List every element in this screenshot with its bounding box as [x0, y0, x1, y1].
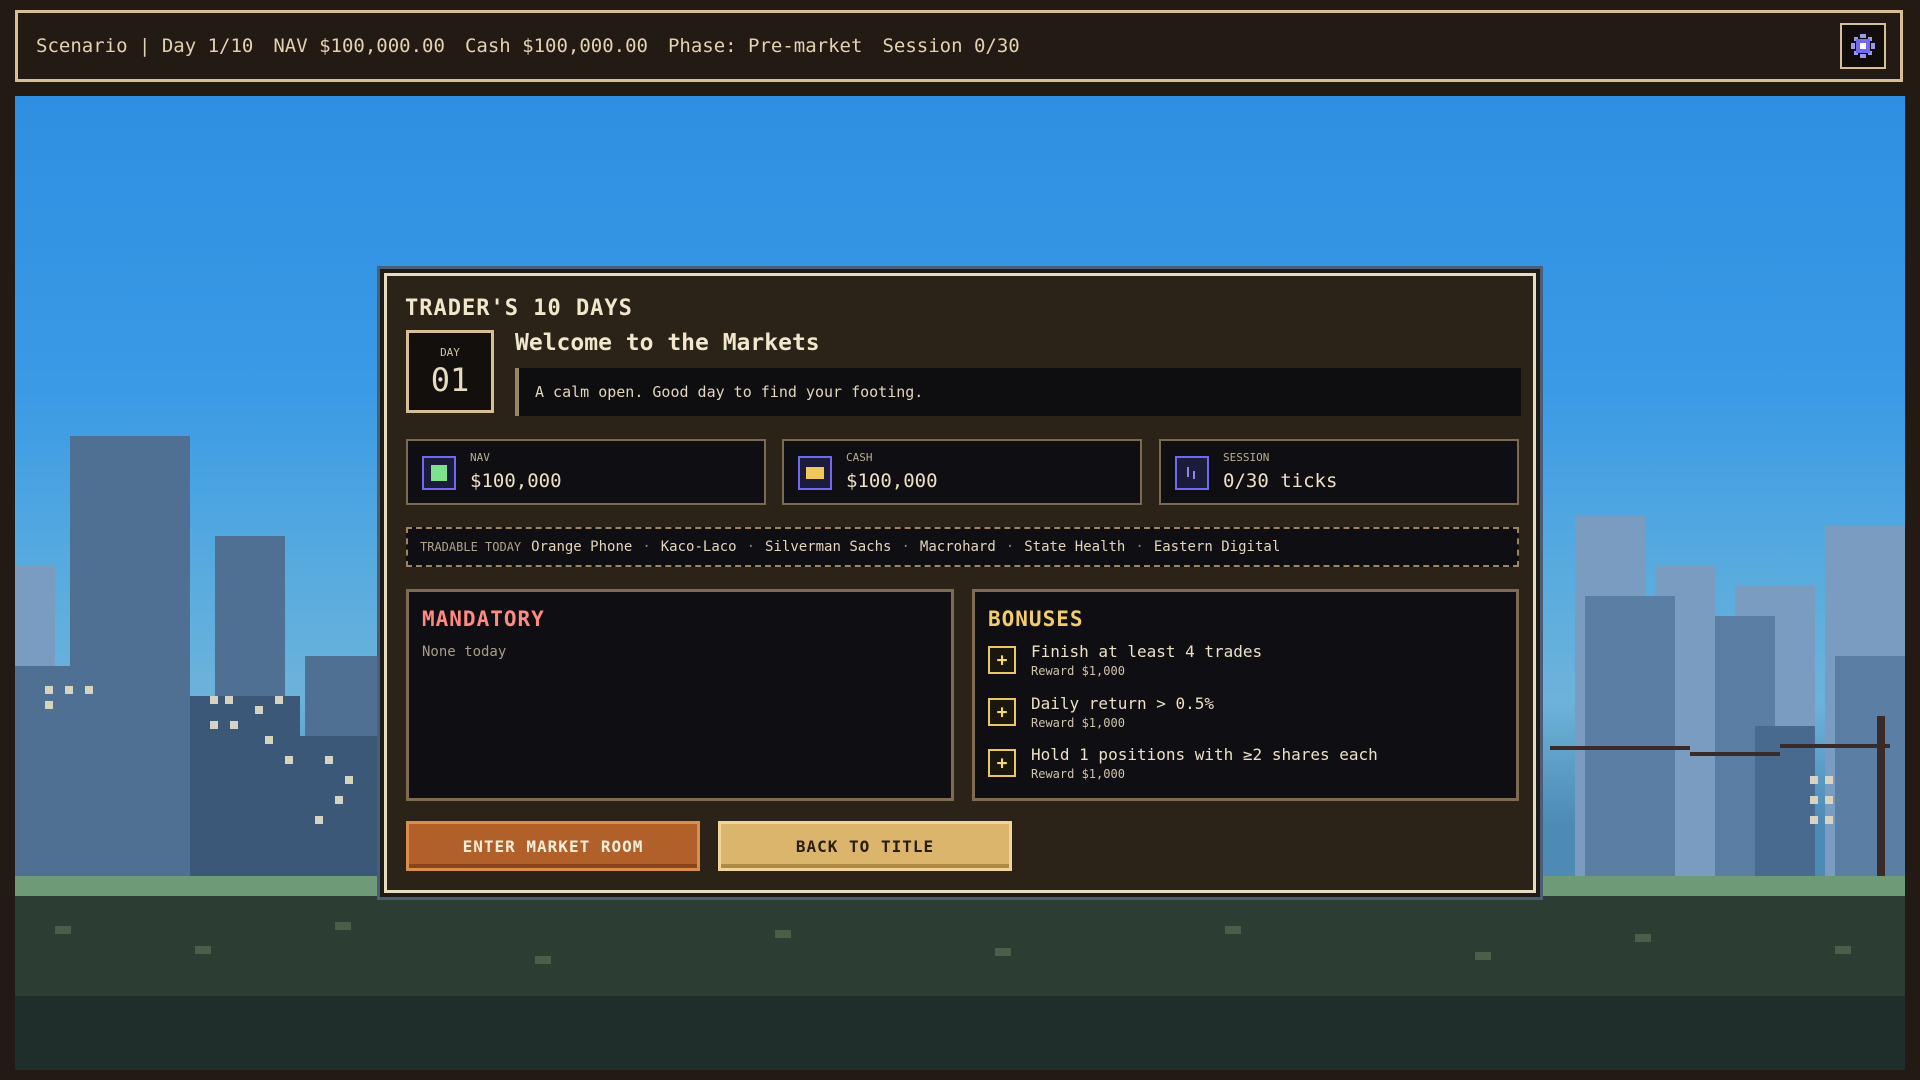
tradable-item: Macrohard — [919, 539, 996, 555]
status-bar: Scenario | Day 1/10 NAV $100,000.00 Cash… — [15, 10, 1903, 82]
bonus-text: Hold 1 positions with ≥2 shares each — [1031, 745, 1378, 764]
mandatory-title: MANDATORY — [422, 607, 545, 631]
tradable-separator: · — [1135, 539, 1144, 555]
day-number: 01 — [430, 361, 470, 399]
tradable-item: Orange Phone — [531, 539, 633, 555]
bonus-text: Finish at least 4 trades — [1031, 642, 1263, 661]
nav-icon — [422, 456, 456, 490]
bonus-item: + Finish at least 4 trades Reward $1,000 — [988, 642, 1508, 686]
plus-icon: + — [988, 749, 1016, 777]
settings-button[interactable] — [1840, 23, 1886, 69]
day-label: DAY — [440, 346, 460, 359]
session-card: SESSION 0/30 ticks — [1159, 439, 1519, 505]
cash-card-label: CASH — [846, 451, 873, 464]
nav-card-value: $100,000 — [470, 470, 562, 492]
plus-icon: + — [988, 698, 1016, 726]
tradable-separator: · — [642, 539, 651, 555]
nav-readout: NAV $100,000.00 — [273, 35, 445, 57]
day-heading: Welcome to the Markets — [515, 330, 820, 356]
phase-readout: Phase: Pre-market — [667, 35, 863, 57]
session-card-value: 0/30 ticks — [1223, 470, 1338, 492]
session-readout: Session 0/30 — [882, 35, 1020, 57]
bonus-reward: Reward $1,000 — [1031, 716, 1125, 730]
nav-card-label: NAV — [470, 451, 490, 464]
cash-readout: Cash $100,000.00 — [464, 35, 648, 57]
bonus-reward: Reward $1,000 — [1031, 767, 1125, 781]
session-card-label: SESSION — [1223, 451, 1270, 464]
day-intro-dialog: TRADER'S 10 DAYS DAY 01 Welcome to the M… — [380, 269, 1540, 897]
tradable-separator: · — [1005, 539, 1015, 555]
cash-card-value: $100,000 — [846, 470, 938, 492]
tradable-separator: · — [901, 539, 910, 555]
dialog-title: TRADER'S 10 DAYS — [405, 296, 633, 321]
tradable-item: Silverman Sachs — [765, 539, 892, 555]
flavor-text-content: A calm open. Good day to find your footi… — [535, 383, 924, 401]
session-icon — [1175, 456, 1209, 490]
tradable-separator: · — [746, 539, 756, 555]
bonus-item: + Daily return > 0.5% Reward $1,000 — [988, 694, 1508, 738]
bonus-text: Daily return > 0.5% — [1031, 694, 1215, 713]
mandatory-panel: MANDATORY None today — [406, 589, 954, 801]
back-to-title-button[interactable]: BACK TO TITLE — [718, 821, 1012, 871]
bonuses-panel: BONUSES + Finish at least 4 trades Rewar… — [972, 589, 1519, 801]
gear-icon — [1851, 34, 1875, 58]
bonus-item: + Hold 1 positions with ≥2 shares each R… — [988, 745, 1508, 789]
mandatory-empty-text: None today — [422, 644, 507, 660]
flavor-text: A calm open. Good day to find your footi… — [515, 368, 1521, 416]
tradable-item: Kaco-Laco — [660, 539, 737, 555]
plus-icon: + — [988, 646, 1016, 674]
tradable-item: State Health — [1024, 539, 1126, 555]
nav-card: NAV $100,000 — [406, 439, 766, 505]
enter-market-room-button[interactable]: ENTER MARKET ROOM — [406, 821, 700, 871]
bonus-reward: Reward $1,000 — [1031, 664, 1125, 678]
scenario-day: Scenario | Day 1/10 — [36, 35, 254, 57]
tradable-label: TRADABLE TODAY — [420, 540, 522, 554]
cash-icon — [798, 456, 832, 490]
tradable-today-strip: TRADABLE TODAY Orange Phone · Kaco-Laco … — [406, 527, 1519, 567]
tradable-item: Eastern Digital — [1153, 539, 1281, 555]
bonuses-title: BONUSES — [988, 607, 1084, 631]
day-badge: DAY 01 — [406, 330, 494, 413]
cash-card: CASH $100,000 — [782, 439, 1142, 505]
